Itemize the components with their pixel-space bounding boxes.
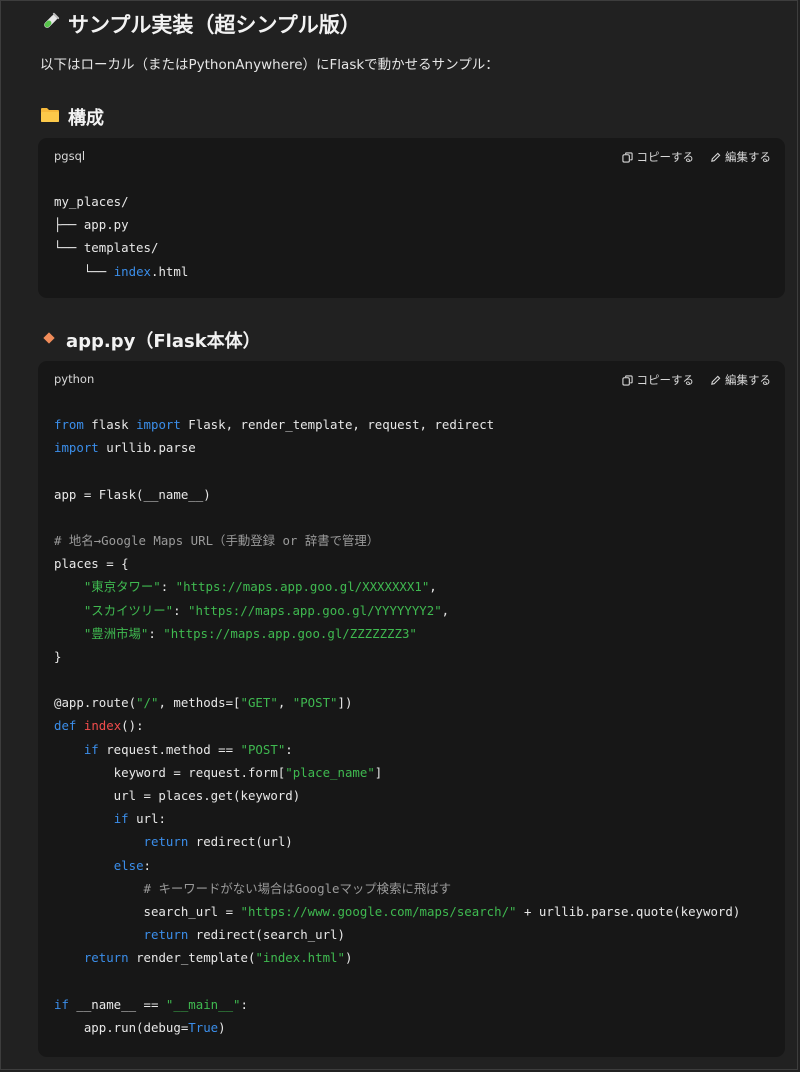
copy-label: コピーする — [636, 150, 695, 164]
section-heading: サンプル実装（超シンプル版） — [40, 9, 361, 39]
heading-text: サンプル実装（超シンプル版） — [68, 13, 361, 37]
copy-label: コピーする — [636, 373, 695, 387]
intro-text: 以下はローカル（またはPythonAnywhere）にFlaskで動かせるサンプ… — [40, 57, 499, 73]
copy-button[interactable]: コピーする — [621, 372, 695, 388]
pencil-icon — [711, 152, 721, 162]
section-title-structure: 構成 — [40, 103, 104, 131]
edit-button[interactable]: 編集する — [710, 149, 771, 165]
test-tube-icon — [40, 12, 60, 37]
code-line: └── index.html — [54, 263, 189, 279]
code-language-label: pgsql — [54, 149, 86, 163]
code-line: return redirect(search_url) — [143, 927, 345, 943]
copy-icon — [621, 374, 633, 386]
copy-icon — [621, 151, 633, 163]
code-line: # キーワードがない場合はGoogleマップ検索に飛ばす — [143, 880, 452, 896]
code-line: import urllib.parse — [54, 440, 196, 456]
code-line: if __name__ == "__main__": — [54, 996, 248, 1012]
code-line: @app.route("/", methods=["GET", "POST"]) — [54, 695, 353, 711]
code-actions: コピーする 編集する — [621, 372, 771, 388]
code-block-header: pgsql コピーする 編集する — [38, 138, 785, 178]
pencil-icon — [711, 375, 721, 385]
code-line: "スカイツリー": "https://maps.app.goo.gl/YYYYY… — [83, 602, 450, 618]
code-line: my_places/ — [54, 194, 129, 209]
code-line: def index(): — [54, 718, 144, 734]
code-line: app.run(debug=True) — [54, 1019, 226, 1035]
copy-button[interactable]: コピーする — [621, 149, 695, 165]
code-line: if url: — [113, 811, 166, 827]
code-line: return render_template("index.html") — [83, 950, 353, 966]
code-content: from flask import Flask, render_template… — [54, 413, 740, 1039]
code-actions: コピーする 編集する — [621, 149, 771, 165]
code-line: "豊洲市場": "https://maps.app.goo.gl/ZZZZZZZ… — [83, 625, 417, 641]
code-line: from flask import Flask, render_template… — [54, 417, 495, 432]
code-line: "東京タワー": "https://maps.app.goo.gl/XXXXXX… — [83, 579, 437, 595]
code-line: url = places.get(keyword) — [54, 788, 301, 803]
code-line: # 地名→Google Maps URL（手動登録 or 辞書で管理） — [54, 532, 380, 548]
section1-title-text: 構成 — [68, 108, 104, 129]
code-block-app: python コピーする 編集する from flask import Flas… — [38, 361, 785, 1057]
code-line: └── templates/ — [54, 240, 159, 256]
code-language-label: python — [54, 372, 95, 386]
orange-diamond-icon — [40, 329, 58, 352]
code-line: } — [54, 648, 62, 664]
code-line: keyword = request.form["place_name"] — [54, 764, 383, 780]
edit-label: 編集する — [725, 373, 771, 387]
code-line: search_url = "https://www.google.com/map… — [54, 903, 741, 919]
section2-title-text: app.py（Flask本体） — [66, 331, 261, 352]
section-title-app: app.py（Flask本体） — [40, 326, 261, 354]
code-line: app = Flask(__name__) — [54, 486, 211, 502]
code-block-structure: pgsql コピーする 編集する my_places/ ├── app.py └──… — [38, 138, 785, 298]
code-line: return redirect(url) — [143, 834, 293, 850]
code-line: places = { — [54, 556, 129, 572]
edit-button[interactable]: 編集する — [710, 372, 771, 388]
folder-icon — [40, 106, 60, 129]
code-line: ├── app.py — [54, 217, 129, 233]
code-content: my_places/ ├── app.py └── templates/ └── i… — [54, 190, 188, 283]
code-block-header: python コピーする 編集する — [38, 361, 785, 401]
code-line: else: — [113, 857, 151, 873]
edit-label: 編集する — [725, 150, 771, 164]
code-line: if request.method == "POST": — [83, 741, 293, 757]
